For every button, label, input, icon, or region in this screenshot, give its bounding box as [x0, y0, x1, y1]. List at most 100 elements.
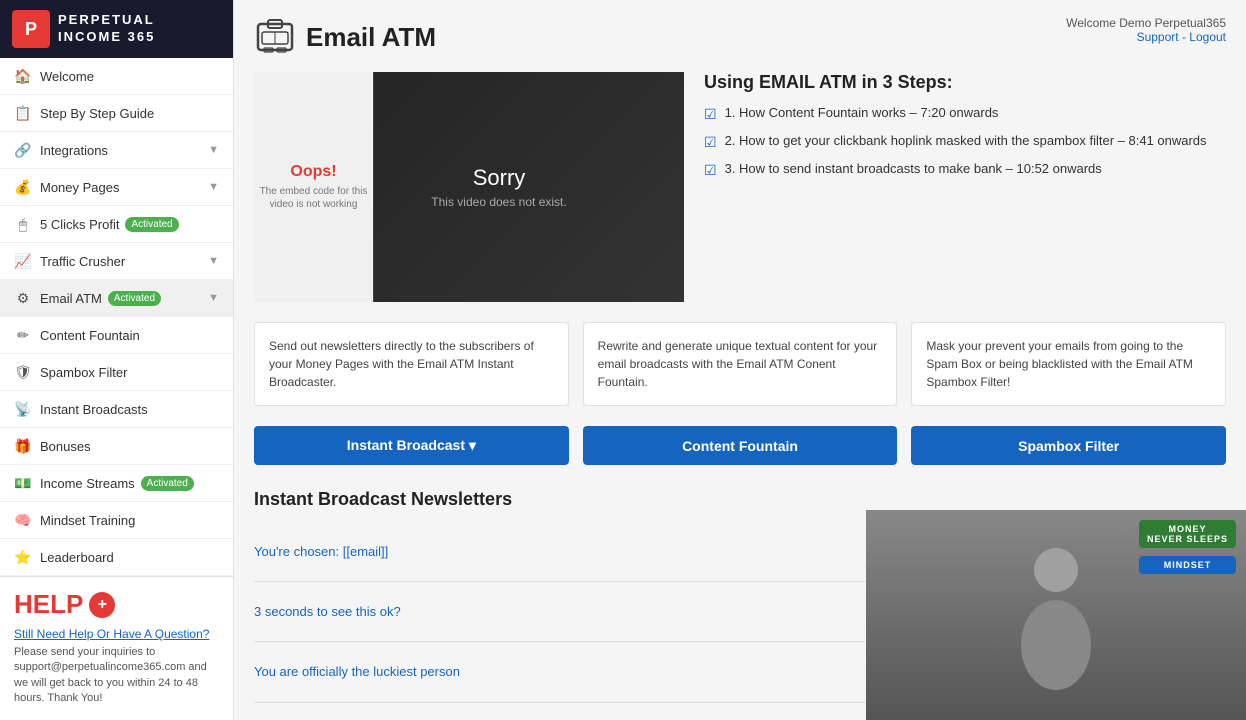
logout-link[interactable]: Logout: [1189, 30, 1226, 44]
nav-label-bonuses: Bonuses: [40, 439, 91, 454]
nav-icon-welcome: 🏠: [14, 67, 32, 85]
sidebar-item-leaderboard[interactable]: ⭐ Leaderboard: [0, 539, 233, 576]
logo-text: PERPETUAL INCOME 365: [58, 12, 155, 46]
nav-icon-email-atm: ⚙: [14, 289, 32, 307]
popup-video: MONEYNEVER SLEEPS MINDSET: [866, 510, 1246, 720]
nav-icon-step-by-step: 📋: [14, 104, 32, 122]
spambox-filter-button[interactable]: Spambox Filter: [911, 426, 1226, 465]
nav-icon-traffic-crusher: 📈: [14, 252, 32, 270]
sidebar-item-traffic-crusher[interactable]: 📈 Traffic Crusher ▼: [0, 243, 233, 280]
video-panel: Oops! The embed code for this video is n…: [254, 72, 684, 302]
sidebar-item-money-pages[interactable]: 💰 Money Pages ▼: [0, 169, 233, 206]
nav-label-5clicks: 5 Clicks Profit: [40, 217, 119, 232]
broadcast-title: Instant Broadcast Newsletters: [254, 489, 1226, 510]
video-container: Oops! The embed code for this video is n…: [254, 72, 684, 302]
video-sorry-panel: Sorry This video does not exist.: [431, 165, 566, 209]
broadcast-link-0[interactable]: You're chosen: [[email]]: [254, 544, 388, 559]
sidebar-item-step-by-step[interactable]: 📋 Step By Step Guide: [0, 95, 233, 132]
nav-icon-mindset-training: 🧠: [14, 511, 32, 529]
video-thumbnail: Oops! The embed code for this video is n…: [254, 72, 374, 302]
help-question-link[interactable]: Still Need Help Or Have A Question?: [14, 627, 209, 641]
nav-icon-income-streams: 💵: [14, 474, 32, 492]
welcome-text: Welcome Demo Perpetual365: [1066, 16, 1226, 30]
nav-icon-money-pages: 💰: [14, 178, 32, 196]
desc-panel-broadcast: Send out newsletters directly to the sub…: [254, 322, 569, 406]
step-text-1: 2. How to get your clickbank hoplink mas…: [725, 133, 1207, 148]
sidebar-item-email-atm[interactable]: ⚙ Email ATM Activated ▼: [0, 280, 233, 317]
steps-list: ☑ 1. How Content Fountain works – 7:20 o…: [704, 105, 1226, 179]
chevron-icon-traffic-crusher: ▼: [208, 255, 219, 267]
step-item-1: ☑ 2. How to get your clickbank hoplink m…: [704, 133, 1226, 151]
step-check-0: ☑: [704, 106, 717, 123]
nav-label-money-pages: Money Pages: [40, 180, 120, 195]
chevron-icon-money-pages: ▼: [208, 181, 219, 193]
nav-label-spambox-filter: Spambox Filter: [40, 365, 127, 380]
sorry-sub: This video does not exist.: [431, 195, 566, 209]
instant-broadcast-button[interactable]: Instant Broadcast ▾: [254, 426, 569, 465]
cta-buttons: Instant Broadcast ▾ Content Fountain Spa…: [254, 426, 1226, 465]
video-oops-panel: Oops! The embed code for this video is n…: [254, 72, 373, 302]
oops-title: Oops!: [290, 163, 336, 181]
support-link[interactable]: Support: [1137, 30, 1179, 44]
chevron-icon-email-atm: ▼: [208, 292, 219, 304]
logo-area[interactable]: P PERPETUAL INCOME 365: [0, 0, 233, 58]
nav-icon-content-fountain: ✏: [14, 326, 32, 344]
nav-label-welcome: Welcome: [40, 69, 94, 84]
sidebar-item-welcome[interactable]: 🏠 Welcome: [0, 58, 233, 95]
help-label: HELP: [14, 589, 83, 620]
logo-icon: P: [12, 10, 50, 48]
nav-list: 🏠 Welcome 📋 Step By Step Guide 🔗 Integra…: [0, 58, 233, 576]
top-bar: Email ATM Welcome Demo Perpetual365 Supp…: [254, 16, 1226, 58]
content-area: Oops! The embed code for this video is n…: [254, 72, 1226, 302]
broadcast-link-1[interactable]: 3 seconds to see this ok?: [254, 604, 401, 619]
sorry-title: Sorry: [431, 165, 566, 191]
sidebar-item-bonuses[interactable]: 🎁 Bonuses: [0, 428, 233, 465]
popup-inner: MONEYNEVER SLEEPS MINDSET: [866, 510, 1246, 720]
nav-label-integrations: Integrations: [40, 143, 108, 158]
step-item-0: ☑ 1. How Content Fountain works – 7:20 o…: [704, 105, 1226, 123]
help-body-text: Please send your inquiries to support@pe…: [14, 645, 219, 707]
nav-label-mindset-training: Mindset Training: [40, 513, 135, 528]
sidebar-item-integrations[interactable]: 🔗 Integrations ▼: [0, 132, 233, 169]
user-info: Welcome Demo Perpetual365 Support - Logo…: [1066, 16, 1226, 44]
help-title: HELP +: [14, 589, 219, 620]
nav-icon-leaderboard: ⭐: [14, 548, 32, 566]
sidebar-item-instant-broadcasts[interactable]: 📡 Instant Broadcasts: [0, 391, 233, 428]
nav-label-step-by-step: Step By Step Guide: [40, 106, 154, 121]
video-inner: Oops! The embed code for this video is n…: [254, 72, 684, 302]
nav-badge-email-atm: Activated: [108, 291, 161, 306]
nav-label-email-atm: Email ATM: [40, 291, 102, 306]
nav-icon-bonuses: 🎁: [14, 437, 32, 455]
page-heading: Email ATM: [306, 22, 436, 53]
step-check-2: ☑: [704, 162, 717, 179]
sidebar-item-spambox-filter[interactable]: 🛡 Spambox Filter: [0, 354, 233, 391]
nav-icon-spambox-filter: 🛡: [14, 363, 32, 381]
sidebar-item-mindset-training[interactable]: 🧠 Mindset Training: [0, 502, 233, 539]
help-section: HELP + Still Need Help Or Have A Questio…: [0, 576, 233, 719]
nav-label-income-streams: Income Streams: [40, 476, 135, 491]
atm-icon: [254, 16, 296, 58]
nav-icon-5clicks: 🖱: [14, 215, 32, 233]
sidebar-item-5clicks[interactable]: 🖱 5 Clicks Profit Activated: [0, 206, 233, 243]
oops-sub: The embed code for this video is not wor…: [254, 185, 373, 211]
desc-panel-spambox: Mask your prevent your emails from going…: [911, 322, 1226, 406]
content-fountain-button[interactable]: Content Fountain: [583, 426, 898, 465]
desc-panel-fountain: Rewrite and generate unique textual cont…: [583, 322, 898, 406]
nav-badge-5clicks: Activated: [125, 217, 178, 232]
chevron-icon-integrations: ▼: [208, 144, 219, 156]
help-bubble-icon[interactable]: +: [89, 592, 115, 618]
nav-label-instant-broadcasts: Instant Broadcasts: [40, 402, 148, 417]
step-check-1: ☑: [704, 134, 717, 151]
steps-panel: Using EMAIL ATM in 3 Steps: ☑ 1. How Con…: [704, 72, 1226, 302]
nav-badge-income-streams: Activated: [141, 476, 194, 491]
sidebar-item-content-fountain[interactable]: ✏ Content Fountain: [0, 317, 233, 354]
step-text-0: 1. How Content Fountain works – 7:20 onw…: [725, 105, 999, 120]
broadcast-link-2[interactable]: You are officially the luckiest person: [254, 664, 460, 679]
desc-panels: Send out newsletters directly to the sub…: [254, 322, 1226, 406]
popup-badge-money: MONEYNEVER SLEEPS: [1139, 520, 1236, 548]
page-title-area: Email ATM: [254, 16, 436, 58]
nav-label-traffic-crusher: Traffic Crusher: [40, 254, 125, 269]
step-text-2: 3. How to send instant broadcasts to mak…: [725, 161, 1102, 176]
sidebar-item-income-streams[interactable]: 💵 Income Streams Activated: [0, 465, 233, 502]
nav-label-leaderboard: Leaderboard: [40, 550, 114, 565]
